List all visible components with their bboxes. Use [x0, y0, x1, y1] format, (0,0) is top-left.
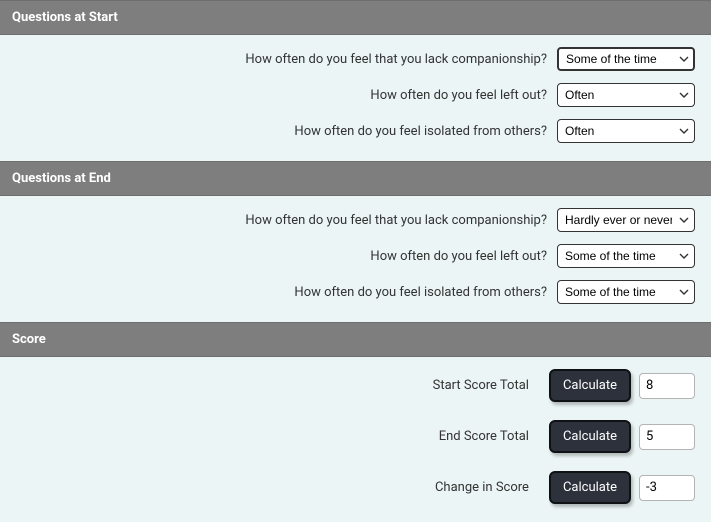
select-wrap: Hardly ever or neverSome of the timeOfte…: [557, 208, 695, 232]
calculate-end-button[interactable]: Calculate: [549, 420, 631, 453]
select-start-q3[interactable]: Hardly ever or neverSome of the timeOfte…: [557, 119, 695, 143]
row-end-q1: How often do you feel that you lack comp…: [16, 208, 695, 232]
select-wrap: Hardly ever or neverSome of the timeOfte…: [557, 244, 695, 268]
select-wrap: Hardly ever or neverSome of the timeOfte…: [557, 83, 695, 107]
calculate-change-button[interactable]: Calculate: [549, 471, 631, 504]
panel-score: Score Start Score Total Calculate End Sc…: [0, 322, 711, 522]
input-start-score-total[interactable]: [639, 373, 695, 399]
select-wrap: Hardly ever or neverSome of the timeOfte…: [557, 119, 695, 143]
panel-header-questions-end: Questions at End: [0, 161, 711, 196]
panel-body-score: Start Score Total Calculate End Score To…: [0, 357, 711, 522]
panel-header-questions-start: Questions at Start: [0, 0, 711, 35]
row-end-q2: How often do you feel left out? Hardly e…: [16, 244, 695, 268]
select-wrap: Hardly ever or neverSome of the timeOfte…: [557, 47, 695, 71]
input-change-in-score[interactable]: [639, 475, 695, 501]
select-start-q2[interactable]: Hardly ever or neverSome of the timeOfte…: [557, 83, 695, 107]
select-end-q3[interactable]: Hardly ever or neverSome of the timeOfte…: [557, 280, 695, 304]
label-start-q3: How often do you feel isolated from othe…: [294, 124, 547, 139]
panel-body-questions-end: How often do you feel that you lack comp…: [0, 196, 711, 322]
select-wrap: Hardly ever or neverSome of the timeOfte…: [557, 280, 695, 304]
panel-body-questions-start: How often do you feel that you lack comp…: [0, 35, 711, 161]
row-start-q1: How often do you feel that you lack comp…: [16, 47, 695, 71]
row-start-score-total: Start Score Total Calculate: [16, 369, 695, 402]
select-end-q2[interactable]: Hardly ever or neverSome of the timeOfte…: [557, 244, 695, 268]
label-start-score-total: Start Score Total: [433, 378, 529, 393]
panel-questions-start: Questions at Start How often do you feel…: [0, 0, 711, 161]
label-end-score-total: End Score Total: [439, 429, 529, 444]
row-end-q3: How often do you feel isolated from othe…: [16, 280, 695, 304]
row-start-q3: How often do you feel isolated from othe…: [16, 119, 695, 143]
input-end-score-total[interactable]: [639, 424, 695, 450]
label-start-q2: How often do you feel left out?: [370, 88, 547, 103]
panel-questions-end: Questions at End How often do you feel t…: [0, 161, 711, 322]
label-start-q1: How often do you feel that you lack comp…: [245, 52, 547, 67]
label-end-q2: How often do you feel left out?: [370, 249, 547, 264]
row-change-in-score: Change in Score Calculate: [16, 471, 695, 504]
row-end-score-total: End Score Total Calculate: [16, 420, 695, 453]
panel-header-score: Score: [0, 322, 711, 357]
label-end-q1: How often do you feel that you lack comp…: [245, 213, 547, 228]
label-change-in-score: Change in Score: [435, 480, 529, 495]
select-end-q1[interactable]: Hardly ever or neverSome of the timeOfte…: [557, 208, 695, 232]
calculate-start-button[interactable]: Calculate: [549, 369, 631, 402]
label-end-q3: How often do you feel isolated from othe…: [294, 285, 547, 300]
row-start-q2: How often do you feel left out? Hardly e…: [16, 83, 695, 107]
select-start-q1[interactable]: Hardly ever or neverSome of the timeOfte…: [557, 47, 695, 71]
